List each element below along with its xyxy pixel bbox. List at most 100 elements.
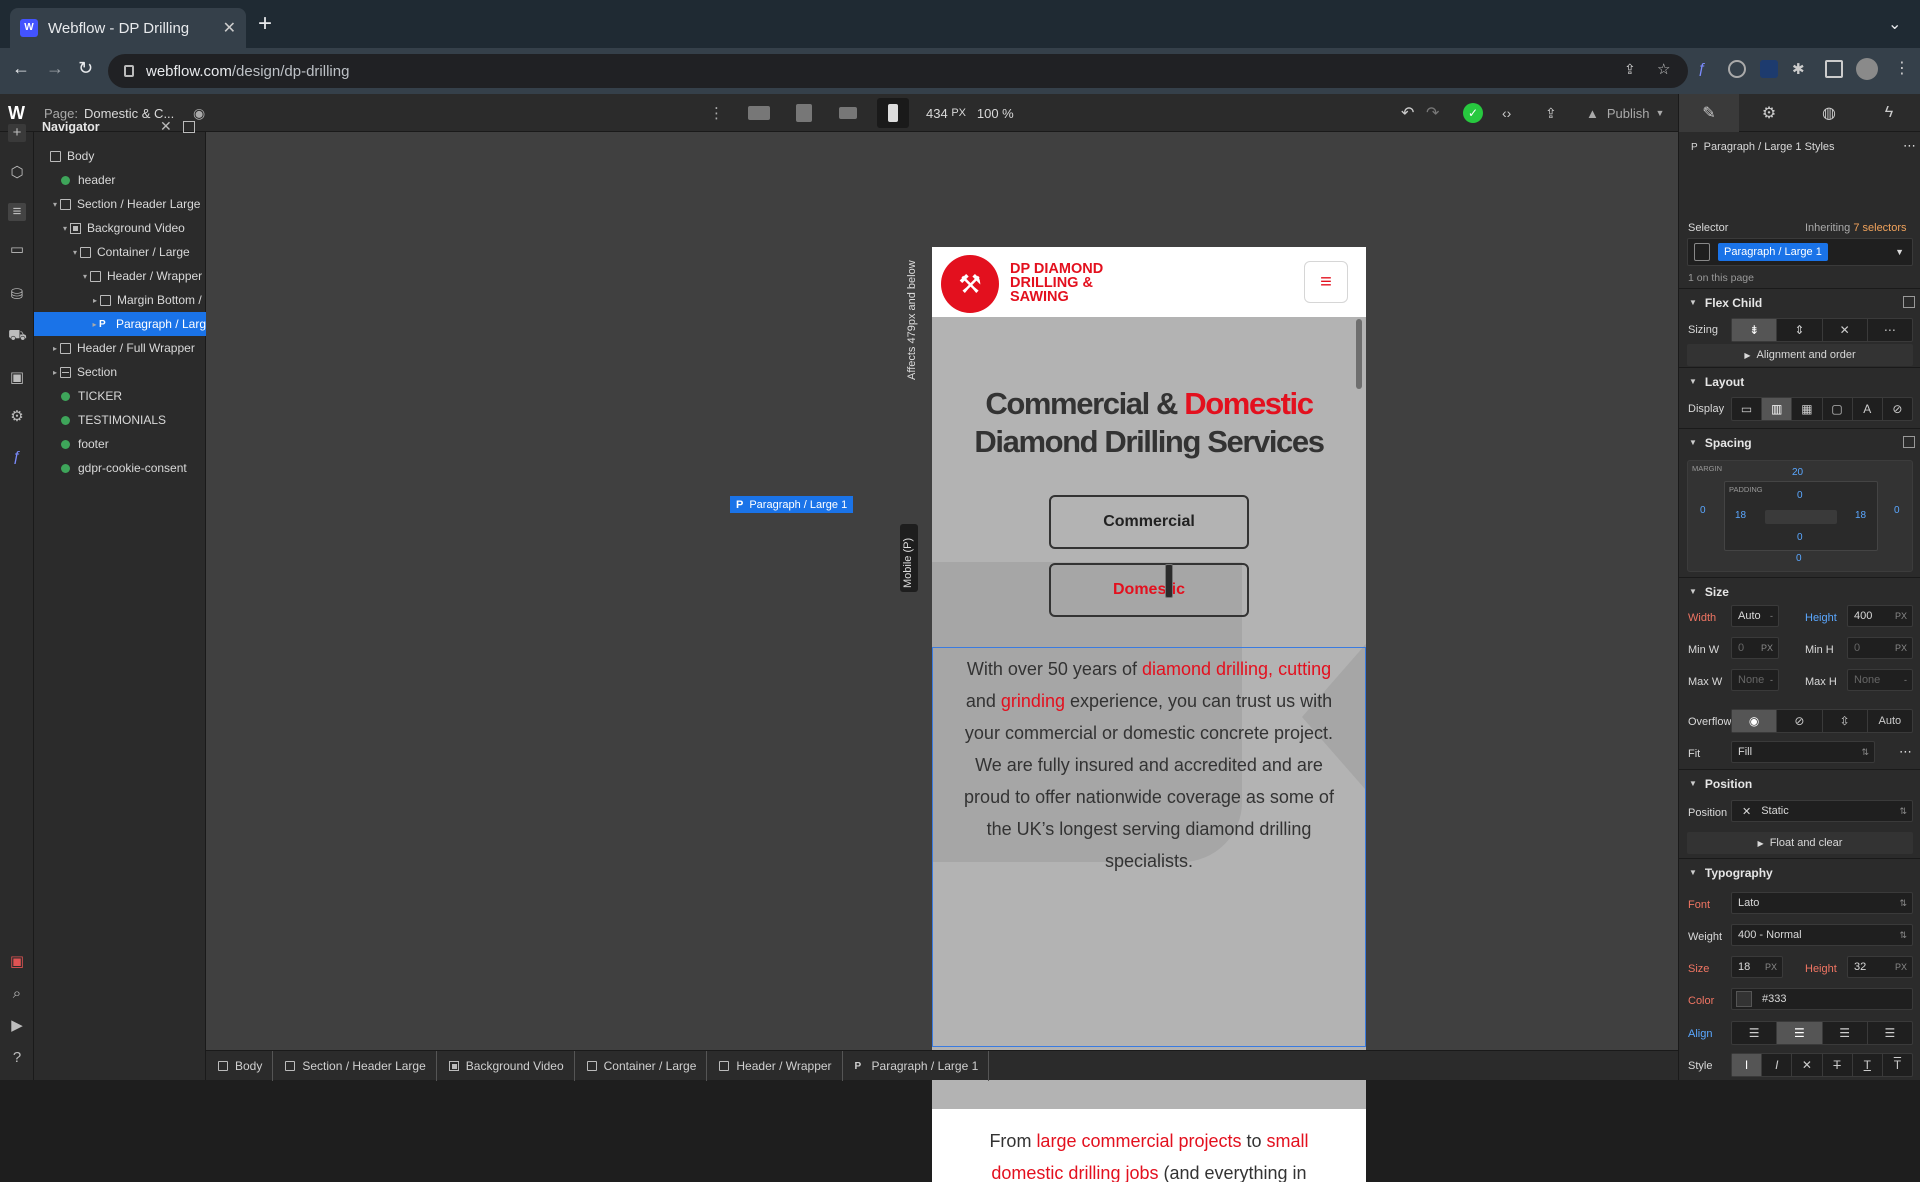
domestic-button[interactable]: Domestic (1049, 563, 1249, 617)
redo-icon[interactable]: ↷ (1426, 94, 1439, 132)
app-extension-icon[interactable]: ƒ (8, 448, 26, 466)
expand-caret-icon[interactable]: ▸ (90, 296, 100, 305)
position-section-header[interactable]: ▼ Position (1679, 769, 1920, 797)
add-element-icon[interactable]: + (8, 124, 26, 142)
spacing-expand-icon[interactable] (1903, 436, 1915, 448)
large-commercial-link[interactable]: large commercial projects (1036, 1131, 1241, 1151)
extension-f-icon[interactable]: ƒ (1698, 60, 1716, 78)
padding-right-value[interactable]: 18 (1855, 510, 1866, 521)
diamond-drilling-link[interactable]: diamond drilling (1142, 659, 1268, 679)
font-select[interactable]: Lato ⇅ (1731, 892, 1913, 914)
cms-icon[interactable]: ⛁ (8, 286, 26, 304)
max-width-input[interactable]: None - (1731, 669, 1779, 691)
underline-icon[interactable]: T (1853, 1054, 1883, 1076)
share-icon[interactable]: ⇪ (1624, 61, 1636, 78)
padding-top-value[interactable]: 0 (1797, 490, 1803, 501)
search-icon[interactable]: ⌕ (8, 985, 26, 1003)
navigator-item[interactable]: ▸ Header / Full Wrapper (34, 336, 206, 360)
selector-dropdown-icon[interactable]: ▼ (1895, 247, 1904, 257)
color-swatch[interactable] (1736, 991, 1752, 1007)
breakpoint-mobile-portrait-icon[interactable] (877, 98, 909, 128)
min-height-input[interactable]: 0 PX (1847, 637, 1913, 659)
publish-button[interactable]: ▲ Publish ▼ (1586, 94, 1664, 132)
navigator-item[interactable]: Body (34, 144, 206, 168)
display-segment[interactable]: ▭ ▥ ▦ ▢ A ⊘ (1731, 397, 1913, 421)
url-field[interactable]: webflow.com/design/dp-drilling (108, 54, 1688, 88)
text-size-input[interactable]: 18 PX (1731, 956, 1783, 978)
profile-avatar[interactable] (1856, 58, 1878, 80)
design-canvas[interactable]: Mobile (P) Affects 479px and below ⚒ DP … (206, 132, 1678, 1182)
expand-caret-icon[interactable]: ▾ (50, 200, 60, 209)
expand-caret-icon[interactable]: ▸ (90, 320, 99, 329)
expand-caret-icon[interactable]: ▸ (50, 344, 60, 353)
decoration-none-icon[interactable]: ✕ (1792, 1054, 1823, 1076)
cutting-link[interactable]: cutting (1278, 659, 1331, 679)
back-icon[interactable]: ← (12, 58, 30, 79)
layout-section-header[interactable]: ▼ Layout (1679, 367, 1920, 395)
selected-element-tag[interactable]: P Paragraph / Large 1 (730, 496, 854, 513)
margin-right-value[interactable]: 0 (1894, 505, 1900, 516)
more-options-icon[interactable]: ⋮ (709, 94, 724, 132)
navigator-item[interactable]: TICKER (34, 384, 206, 408)
forward-icon[interactable]: → (46, 58, 64, 79)
fit-select[interactable]: Fill ⇅ (1731, 741, 1875, 763)
element-settings-gear-icon[interactable]: ⚙ (1739, 94, 1799, 132)
alignment-order-toggle[interactable]: ▶ Alignment and order (1687, 344, 1913, 366)
spacing-section-header[interactable]: ▼ Spacing (1679, 428, 1920, 456)
display-block-icon[interactable]: ▭ (1732, 398, 1763, 420)
overflow-visible-eye-icon[interactable]: ◉ (1732, 710, 1778, 732)
assets-icon[interactable]: ▣ (8, 369, 26, 387)
fit-more-icon[interactable]: ⋯ (1899, 744, 1912, 760)
navigator-item[interactable]: ▾ Section / Header Large (34, 192, 206, 216)
typography-section-header[interactable]: ▼ Typography (1679, 858, 1920, 886)
resize-handle[interactable] (1165, 564, 1173, 598)
color-input[interactable]: #333 (1731, 988, 1913, 1010)
size-section-header[interactable]: ▼ Size (1679, 577, 1920, 605)
grinding-link[interactable]: grinding (1001, 691, 1065, 711)
padding-left-value[interactable]: 18 (1735, 510, 1746, 521)
overflow-segment[interactable]: ◉ ⊘ ⇳ Auto (1731, 709, 1913, 733)
margin-bottom-value[interactable]: 0 (1796, 553, 1802, 564)
selector-chip[interactable]: Paragraph / Large 1 (1718, 243, 1828, 261)
style-italic-icon[interactable]: I (1762, 1054, 1793, 1076)
share-export-icon[interactable]: ⇪ (1545, 94, 1557, 132)
browser-menu-icon[interactable]: ⋮ (1894, 58, 1910, 78)
overline-icon[interactable]: T (1883, 1054, 1912, 1076)
navigator-item[interactable]: ▾ Container / Large (34, 240, 206, 264)
tab-search-chevron-icon[interactable]: ⌄ (1888, 14, 1901, 34)
navigator-item[interactable]: ▸ P Paragraph / Larg (34, 312, 206, 336)
expand-caret-icon[interactable]: ▾ (80, 272, 90, 281)
height-input[interactable]: 400 PX (1847, 605, 1913, 627)
display-none-icon[interactable]: ⊘ (1883, 398, 1912, 420)
overflow-hidden-icon[interactable]: ⊘ (1777, 710, 1823, 732)
navigator-item[interactable]: ▸ Section (34, 360, 206, 384)
flex-help-icon[interactable] (1903, 296, 1915, 308)
side-panel-icon[interactable] (1825, 60, 1843, 78)
navigator-item[interactable]: TESTIMONIALS (34, 408, 206, 432)
bookmark-star-icon[interactable]: ☆ (1657, 60, 1670, 78)
max-height-input[interactable]: None - (1847, 669, 1913, 691)
breadcrumb-item[interactable]: Section / Header Large (273, 1050, 437, 1081)
style-normal-icon[interactable]: I (1732, 1054, 1763, 1076)
navigator-icon[interactable]: ≡ (8, 203, 26, 221)
expand-caret-icon[interactable]: ▾ (70, 248, 80, 257)
style-manager-drops-icon[interactable]: ◍ (1799, 94, 1859, 132)
display-grid-icon[interactable]: ▦ (1792, 398, 1823, 420)
reload-icon[interactable]: ↻ (78, 58, 93, 79)
settings-gear-icon[interactable]: ⚙ (8, 408, 26, 426)
padding-box[interactable]: PADDING 0 18 18 0 (1724, 481, 1878, 551)
sizing-segment[interactable]: ⇟ ⇕ ✕ ⋯ (1731, 318, 1913, 342)
code-export-icon[interactable]: ‹› (1502, 94, 1511, 132)
hamburger-menu-icon[interactable]: ≡ (1304, 261, 1348, 303)
strikethrough-icon[interactable]: T (1823, 1054, 1853, 1076)
flex-child-section-header[interactable]: ▼ Flex Child (1679, 288, 1920, 316)
align-segment[interactable]: ☰ ☰ ☰ ☰ (1731, 1021, 1913, 1045)
commercial-button[interactable]: Commercial (1049, 495, 1249, 549)
sizing-grow-icon[interactable]: ⇕ (1777, 319, 1823, 341)
sizing-shrink-icon[interactable]: ⇟ (1732, 319, 1778, 341)
navigator-item[interactable]: gdpr-cookie-consent (34, 456, 206, 480)
dock-panel-icon[interactable] (183, 121, 195, 133)
breakpoint-mobile-landscape-icon[interactable] (832, 98, 864, 128)
breadcrumb-item[interactable]: P Paragraph / Large 1 (843, 1050, 990, 1081)
canvas-scrollbar[interactable] (1356, 319, 1362, 389)
